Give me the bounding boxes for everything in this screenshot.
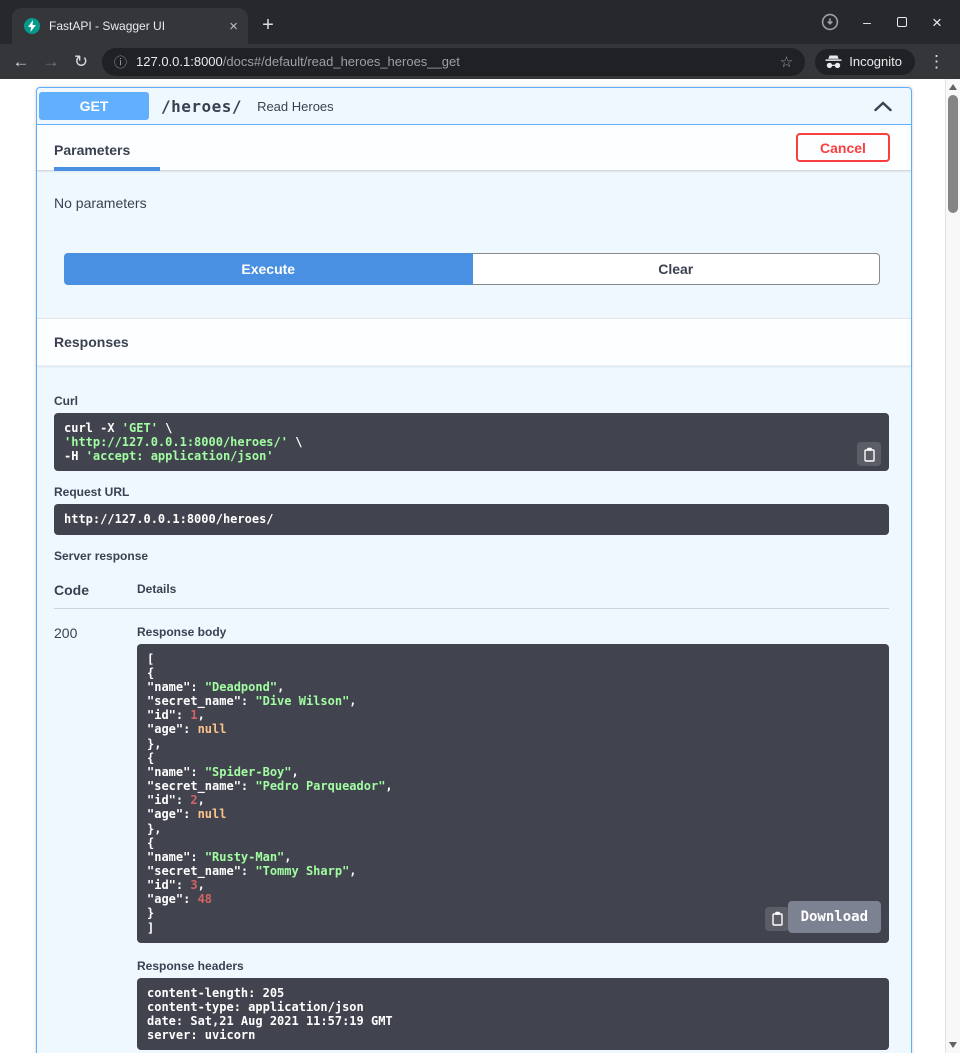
parameters-section-header: Parameters Cancel [37,125,911,171]
status-code: 200 [54,625,137,1051]
close-button[interactable]: × [930,14,944,31]
bookmark-star-icon[interactable]: ☆ [772,53,793,71]
scrollbar-thumb[interactable] [948,95,958,213]
reload-button[interactable]: ↻ [66,47,96,77]
tab-strip: FastAPI - Swagger UI × + – × [0,0,960,44]
request-url-label: Request URL [54,485,889,499]
curl-code-block: curl -X 'GET' \ 'http://127.0.0.1:8000/h… [54,413,889,471]
endpoint-summary: Read Heroes [257,99,334,114]
scroll-up-icon[interactable] [949,84,957,90]
copy-response-icon[interactable] [765,907,789,931]
response-body-block: [ { "name": "Deadpond", "secret_name": "… [137,644,889,943]
response-row: 200 Response body [ { "name": "Deadpond"… [54,609,889,1051]
opblock-get-heroes: GET /heroes/ Read Heroes Parameters Canc… [36,87,912,1053]
minimize-button[interactable]: – [860,15,874,29]
opblock-summary[interactable]: GET /heroes/ Read Heroes [37,88,911,125]
address-bar[interactable]: ⓘ 127.0.0.1:8000 /docs#/default/read_her… [102,48,805,76]
clear-button[interactable]: Clear [473,253,881,285]
fastapi-favicon-icon [24,18,40,34]
server-response-label: Server response [54,549,889,563]
cancel-button[interactable]: Cancel [796,133,890,162]
no-parameters-message: No parameters [37,171,911,229]
incognito-label: Incognito [849,54,902,69]
page-scrollbar[interactable] [945,79,960,1053]
request-url-value: http://127.0.0.1:8000/heroes/ [64,512,879,526]
endpoint-path: /heroes/ [161,97,242,116]
url-host: 127.0.0.1:8000 [136,54,223,69]
browser-toolbar: ← → ↻ ⓘ 127.0.0.1:8000 /docs#/default/re… [0,44,960,79]
response-headers-block: content-length: 205content-type: applica… [137,978,889,1051]
tab-close-icon[interactable]: × [229,19,238,34]
response-body-label: Response body [137,625,889,639]
browser-menu-icon[interactable]: ⋮ [919,52,954,72]
collapse-chevron-icon[interactable] [869,96,897,116]
responses-body: Curl curl -X 'GET' \ 'http://127.0.0.1:8… [37,366,911,1053]
execute-row: Execute Clear [37,229,911,318]
back-button[interactable]: ← [6,47,36,77]
maximize-icon [897,17,907,27]
page-content: GET /heroes/ Read Heroes Parameters Canc… [0,79,945,1053]
scroll-down-icon[interactable] [949,1042,957,1048]
page-info-icon[interactable]: ⓘ [114,52,127,71]
window-controls: – × [805,0,960,44]
swagger-page: GET /heroes/ Read Heroes Parameters Canc… [0,79,960,1053]
response-table-header: Code Details [54,568,889,609]
maximize-button[interactable] [895,17,909,27]
incognito-icon [825,55,842,69]
tab-title: FastAPI - Swagger UI [49,19,220,33]
responses-section-header: Responses [37,318,911,366]
copy-curl-icon[interactable] [857,442,881,466]
execute-button[interactable]: Execute [64,253,473,285]
curl-label: Curl [54,394,889,408]
new-tab-button[interactable]: + [254,10,282,40]
request-url-block: http://127.0.0.1:8000/heroes/ [54,504,889,534]
response-headers-text: content-length: 205content-type: applica… [147,986,879,1043]
code-column-header: Code [54,582,137,598]
response-body-json: [ { "name": "Deadpond", "secret_name": "… [147,652,879,935]
details-column-header: Details [137,582,889,598]
parameters-title: Parameters [54,125,160,171]
download-button[interactable]: Download [788,901,881,933]
url-path: /docs#/default/read_heroes_heroes__get [223,54,460,69]
curl-command: curl -X 'GET' \ 'http://127.0.0.1:8000/h… [64,421,879,463]
method-badge: GET [39,92,149,120]
browser-tab[interactable]: FastAPI - Swagger UI × [12,8,248,44]
response-headers-label: Response headers [137,959,889,973]
forward-button[interactable]: → [36,47,66,77]
incognito-badge: Incognito [815,49,915,75]
response-details-cell: Response body [ { "name": "Deadpond", "s… [137,625,889,1051]
update-icon[interactable] [821,13,839,31]
